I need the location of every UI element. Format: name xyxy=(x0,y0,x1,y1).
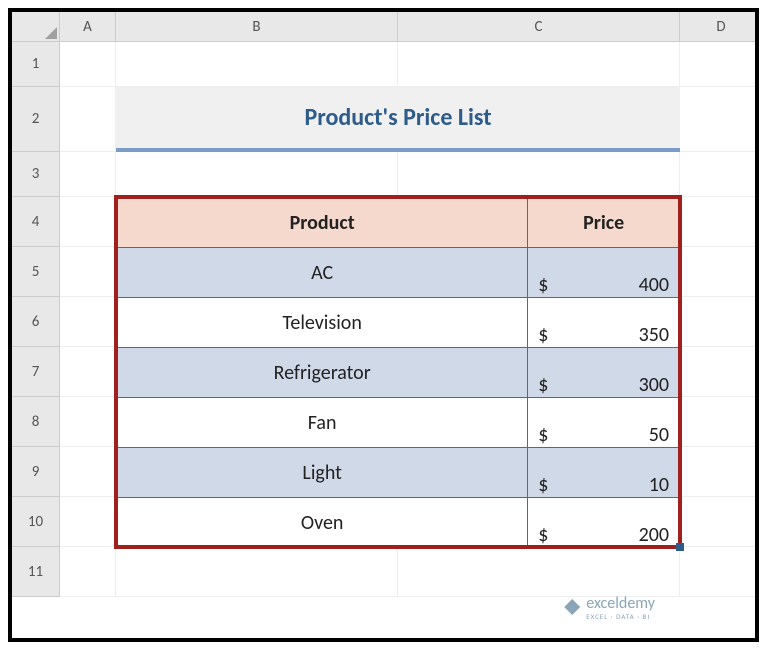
cell-a6[interactable] xyxy=(60,297,116,347)
cell-a10[interactable] xyxy=(60,497,116,547)
currency-symbol: $ xyxy=(538,523,548,547)
cell-d10[interactable] xyxy=(680,497,759,547)
table-row: Refrigerator $300 xyxy=(117,348,680,398)
price-table: Product Price AC $400 Television $350 Re… xyxy=(116,197,680,548)
price-value: 300 xyxy=(639,373,669,397)
cell-a4[interactable] xyxy=(60,197,116,247)
row-header-8[interactable]: 8 xyxy=(12,397,60,447)
cell-a2[interactable] xyxy=(60,87,116,152)
cell-d8[interactable] xyxy=(680,397,759,447)
cell-a11[interactable] xyxy=(60,547,116,597)
currency-symbol: $ xyxy=(538,423,548,447)
cell-price[interactable]: $10 xyxy=(528,448,680,498)
cell-d11[interactable] xyxy=(680,547,759,597)
cell-c3[interactable] xyxy=(398,152,680,197)
row-header-4[interactable]: 4 xyxy=(12,197,60,247)
table-row: Fan $50 xyxy=(117,398,680,448)
cell-price[interactable]: $300 xyxy=(528,348,680,398)
cell-d4[interactable] xyxy=(680,197,759,247)
cell-a8[interactable] xyxy=(60,397,116,447)
cell-d1[interactable] xyxy=(680,42,759,87)
cell-product[interactable]: Television xyxy=(117,298,528,348)
cell-product[interactable]: Fan xyxy=(117,398,528,448)
cell-price[interactable]: $350 xyxy=(528,298,680,348)
cell-d7[interactable] xyxy=(680,347,759,397)
price-value: 200 xyxy=(639,523,669,547)
cell-a9[interactable] xyxy=(60,447,116,497)
select-all-corner[interactable] xyxy=(12,12,60,42)
cell-a1[interactable] xyxy=(60,42,116,87)
col-header-d[interactable]: D xyxy=(680,12,759,42)
cell-product[interactable]: AC xyxy=(117,248,528,298)
row-header-1[interactable]: 1 xyxy=(12,42,60,87)
cell-b3[interactable] xyxy=(116,152,398,197)
title-cell[interactable]: Product's Price List xyxy=(116,87,680,152)
cell-a7[interactable] xyxy=(60,347,116,397)
row-header-11[interactable]: 11 xyxy=(12,547,60,597)
row-header-3[interactable]: 3 xyxy=(12,152,60,197)
cell-price[interactable]: $50 xyxy=(528,398,680,448)
cell-product[interactable]: Oven xyxy=(117,498,528,548)
price-value: 50 xyxy=(649,423,669,447)
header-product[interactable]: Product xyxy=(117,198,528,248)
watermark: exceldemy EXCEL · DATA · BI xyxy=(564,594,655,620)
cell-b11[interactable] xyxy=(116,547,398,597)
table-row: Oven $200 xyxy=(117,498,680,548)
spreadsheet-grid: A B C D 1 2 Product's Price List 3 4 Pro… xyxy=(12,12,755,597)
cell-a3[interactable] xyxy=(60,152,116,197)
cell-b1[interactable] xyxy=(116,42,398,87)
price-value: 400 xyxy=(639,273,669,297)
watermark-logo-icon xyxy=(564,599,580,615)
currency-symbol: $ xyxy=(538,323,548,347)
row-header-7[interactable]: 7 xyxy=(12,347,60,397)
cell-product[interactable]: Light xyxy=(117,448,528,498)
row-header-6[interactable]: 6 xyxy=(12,297,60,347)
currency-symbol: $ xyxy=(538,473,548,497)
watermark-subtext: EXCEL · DATA · BI xyxy=(586,613,655,620)
cell-d5[interactable] xyxy=(680,247,759,297)
row-header-5[interactable]: 5 xyxy=(12,247,60,297)
row-header-2[interactable]: 2 xyxy=(12,87,60,152)
currency-symbol: $ xyxy=(538,373,548,397)
row-header-9[interactable]: 9 xyxy=(12,447,60,497)
currency-symbol: $ xyxy=(538,273,548,297)
cell-price[interactable]: $400 xyxy=(528,248,680,298)
cell-price[interactable]: $200 xyxy=(528,498,680,548)
col-header-b[interactable]: B xyxy=(116,12,398,42)
cell-d2[interactable] xyxy=(680,87,759,152)
data-table-range[interactable]: Product Price AC $400 Television $350 Re… xyxy=(116,197,680,547)
cell-d9[interactable] xyxy=(680,447,759,497)
cell-d6[interactable] xyxy=(680,297,759,347)
col-header-c[interactable]: C xyxy=(398,12,680,42)
cell-product[interactable]: Refrigerator xyxy=(117,348,528,398)
table-row: Television $350 xyxy=(117,298,680,348)
row-header-10[interactable]: 10 xyxy=(12,497,60,547)
table-row: AC $400 xyxy=(117,248,680,298)
screenshot-frame: A B C D 1 2 Product's Price List 3 4 Pro… xyxy=(8,8,759,642)
cell-c1[interactable] xyxy=(398,42,680,87)
header-price[interactable]: Price xyxy=(528,198,680,248)
cell-c11[interactable] xyxy=(398,547,680,597)
watermark-text: exceldemy xyxy=(586,594,655,613)
table-row: Light $10 xyxy=(117,448,680,498)
cell-a5[interactable] xyxy=(60,247,116,297)
fill-handle[interactable] xyxy=(676,543,684,551)
price-value: 350 xyxy=(639,323,669,347)
col-header-a[interactable]: A xyxy=(60,12,116,42)
cell-d3[interactable] xyxy=(680,152,759,197)
price-value: 10 xyxy=(649,473,669,497)
